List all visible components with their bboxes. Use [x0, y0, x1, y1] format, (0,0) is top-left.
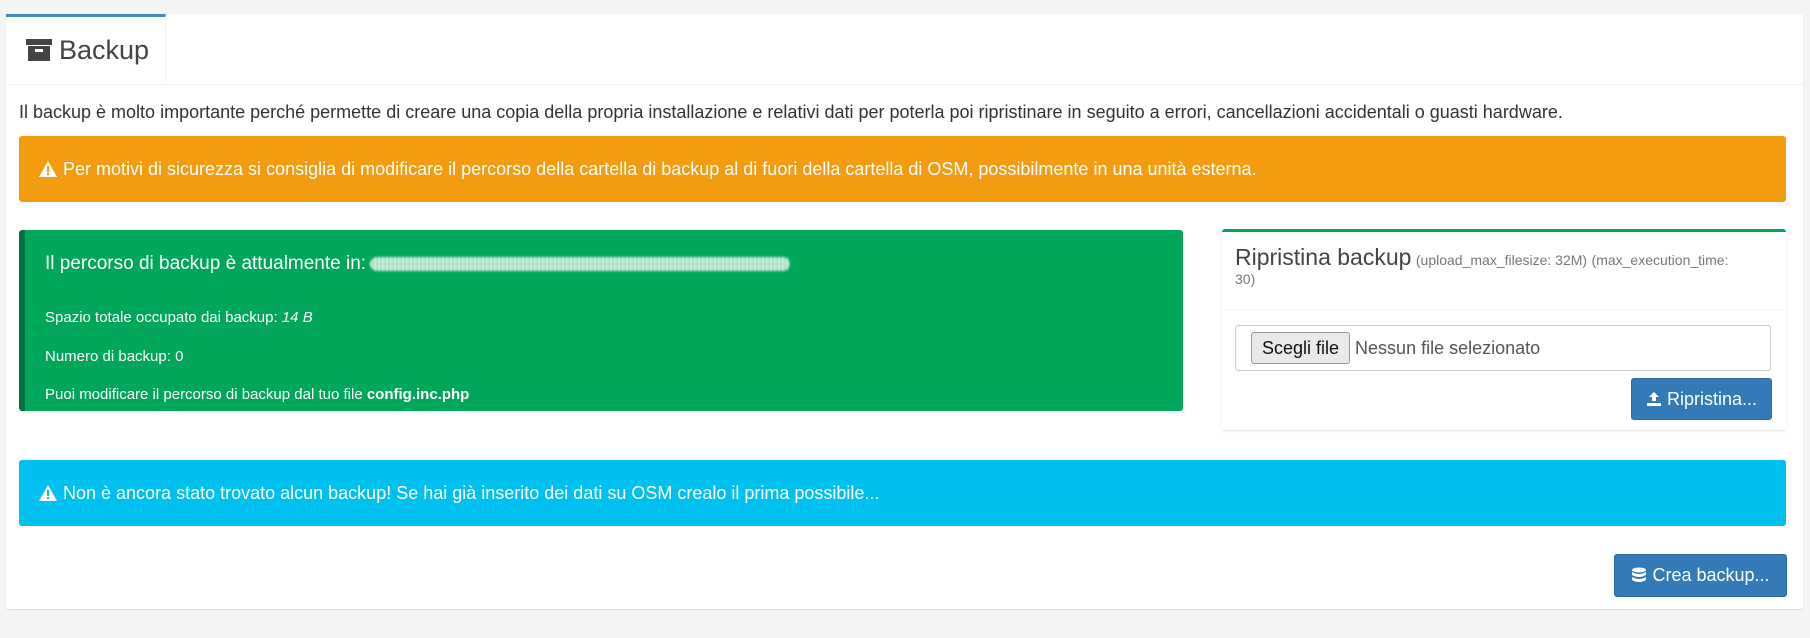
restore-button[interactable]: Ripristina...: [1631, 378, 1772, 420]
create-label: Crea backup...: [1652, 565, 1770, 585]
warning-alert: Per motivi di sicurezza si consiglia di …: [19, 136, 1786, 202]
warning-icon: [39, 161, 57, 177]
warning-icon: [39, 485, 57, 501]
info-text: Non è ancora stato trovato alcun backup!…: [63, 482, 880, 503]
file-status: Nessun file selezionato: [1355, 337, 1541, 358]
file-input[interactable]: Scegli file Nessun file selezionato: [1235, 325, 1771, 371]
space-label: Spazio totale occupato dai backup:: [45, 309, 282, 326]
choose-file-button[interactable]: Scegli file: [1251, 332, 1351, 364]
path-label: Il percorso di backup è attualmente in:: [45, 253, 367, 274]
redacted-path: [370, 257, 791, 271]
upload-icon: [1646, 392, 1661, 406]
max-exec-value: 30): [1235, 271, 1256, 287]
restore-panel: Ripristina backup (upload_max_filesize: …: [1222, 229, 1786, 430]
restore-label: Ripristina...: [1666, 388, 1758, 409]
warning-text: Per motivi di sicurezza si consiglia di …: [63, 158, 1257, 179]
space-used: Spazio totale occupato dai backup: 14 B: [45, 309, 313, 326]
max-exec: (max_execution_time:: [1591, 252, 1729, 268]
tab-label: Backup: [59, 34, 150, 65]
tab-bar: Backup: [6, 14, 1803, 85]
upload-max: (upload_max_filesize: 32M): [1415, 252, 1588, 268]
backup-path-callout: Il percorso di backup è attualmente in: …: [19, 230, 1183, 411]
create-backup-button[interactable]: Crea backup...: [1614, 554, 1787, 597]
config-hint: Puoi modificare il percorso di backup da…: [45, 386, 469, 403]
config-file: config.inc.php: [366, 386, 470, 403]
backup-box: Backup Il backup è molto importante perc…: [6, 14, 1803, 609]
restore-title: Ripristina backup: [1235, 244, 1412, 270]
archive-icon: [26, 38, 52, 62]
tab-backup[interactable]: Backup: [6, 14, 166, 83]
intro-text: Il backup è molto importante perché perm…: [19, 102, 1563, 122]
backup-count: Numero di backup: 0: [45, 348, 184, 365]
database-icon: [1632, 567, 1647, 582]
info-alert: Non è ancora stato trovato alcun backup!…: [19, 460, 1786, 526]
config-label: Puoi modificare il percorso di backup da…: [45, 386, 367, 403]
space-value: 14 B: [281, 309, 313, 326]
restore-panel-header: Ripristina backup (upload_max_filesize: …: [1222, 232, 1786, 310]
